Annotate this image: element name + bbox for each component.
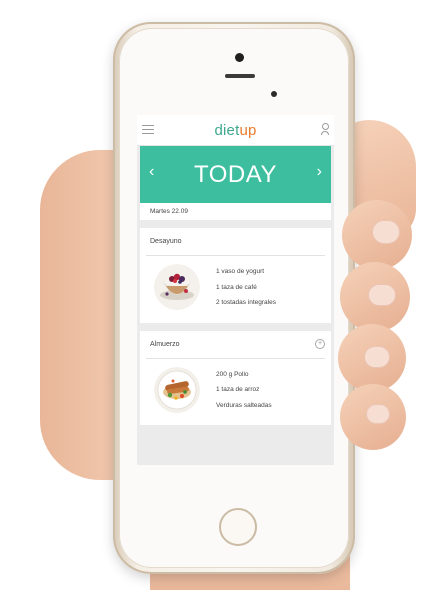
food-item: 1 vaso de yogurt <box>216 268 265 275</box>
chicken-plate-photo <box>154 366 200 413</box>
meal-header: Desayuno <box>146 228 325 256</box>
user-profile-icon[interactable] <box>321 123 329 135</box>
food-item: 2 tostadas integrales <box>216 299 276 306</box>
food-list: 200 g Pollo 1 taza de arroz Verduras sal… <box>216 367 272 414</box>
food-item: 200 g Pollo <box>216 370 249 378</box>
app-header: dietup <box>137 115 334 146</box>
logo-diet: diet <box>214 121 240 139</box>
finger-middle <box>340 262 410 332</box>
food-list: 1 vaso de yogurt 1 taza de café 2 tostad… <box>216 264 276 311</box>
date-label: Martes 22.09 <box>140 203 331 220</box>
meal-body: 200 g Pollo 1 taza de arroz Verduras sal… <box>140 359 331 426</box>
yogurt-bowl-photo <box>154 264 200 311</box>
meal-card-almuerzo[interactable]: Almuerzo + 200 g Pollo 1 taza de arroz V… <box>140 330 331 426</box>
food-item: 1 taza de arroz <box>216 386 260 393</box>
finger-little <box>340 384 406 450</box>
food-item: Verduras salteadas <box>216 401 272 409</box>
hamburger-menu-icon[interactable] <box>142 125 154 134</box>
home-button[interactable] <box>219 508 257 546</box>
chevron-left-icon[interactable]: ‹ <box>149 164 154 180</box>
chevron-right-icon[interactable]: › <box>317 164 322 180</box>
front-camera <box>235 53 244 62</box>
food-item: 1 taza de café <box>216 283 257 291</box>
earpiece-speaker <box>225 74 255 78</box>
add-food-icon[interactable]: + <box>315 339 325 349</box>
meal-title: Almuerzo <box>150 340 180 348</box>
meal-title: Desayuno <box>150 238 182 245</box>
meal-card-desayuno[interactable]: Desayuno 1 vaso de yogurt 1 taza de café… <box>140 228 331 323</box>
finger-index <box>342 200 412 270</box>
logo-up: up <box>239 121 257 139</box>
meal-body: 1 vaso de yogurt 1 taza de café 2 tostad… <box>140 256 331 323</box>
proximity-sensor <box>271 91 277 97</box>
day-banner: ‹ TODAY › <box>140 146 331 203</box>
banner-title: TODAY <box>194 160 277 188</box>
app-screen: dietup ‹ TODAY › Martes 22.09 Desayuno 1… <box>137 115 334 465</box>
meal-header: Almuerzo + <box>146 331 325 359</box>
finger-ring <box>338 324 406 392</box>
app-logo: dietup <box>214 122 256 139</box>
